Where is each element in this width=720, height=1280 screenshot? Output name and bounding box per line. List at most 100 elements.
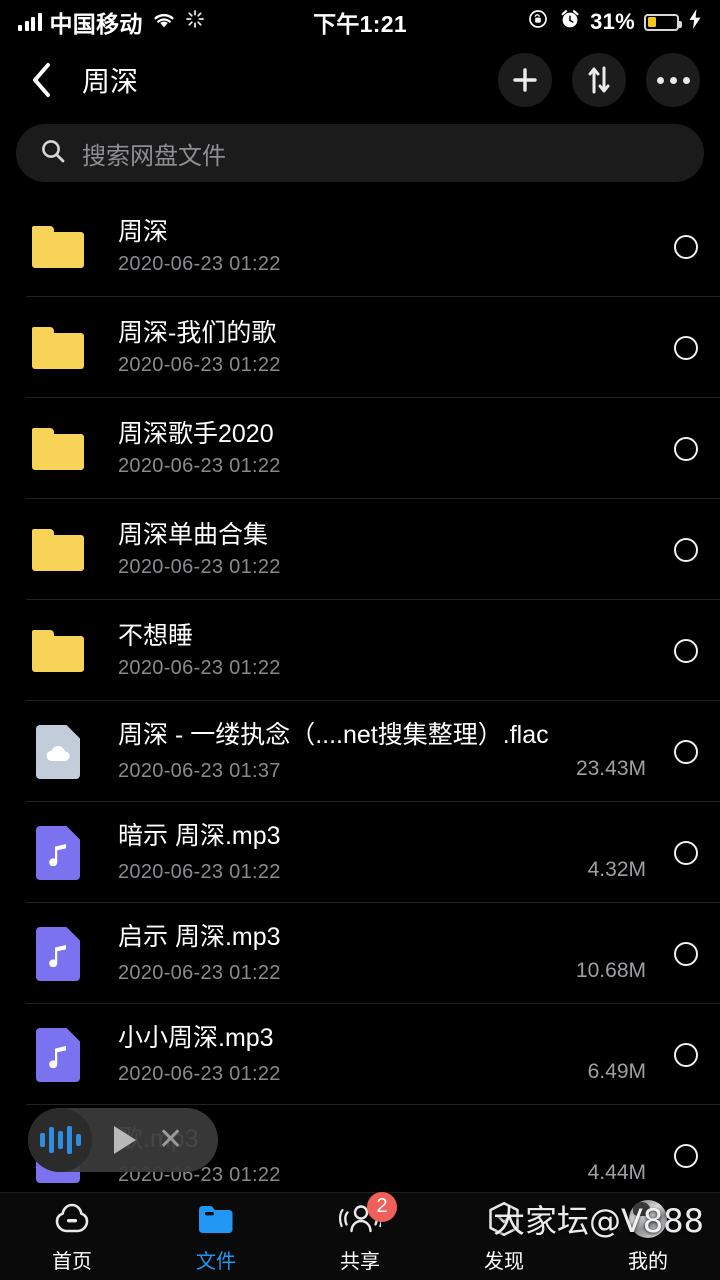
file-row[interactable]: 周深歌手2020 2020-06-23 01:22	[0, 398, 720, 499]
file-name: 暗示 周深.mp3	[118, 823, 281, 851]
file-name: 小小周深.mp3	[118, 1025, 274, 1053]
file-row[interactable]: 暗示 周深.mp3 2020-06-23 01:22 4.32M	[0, 802, 720, 903]
alarm-clock-icon	[559, 8, 581, 36]
bottom-tab-bar: 首页 文件 2 共享 发现 我的	[0, 1191, 720, 1280]
file-meta: 启示 周深.mp3 2020-06-23 01:22 10.68M	[118, 924, 654, 983]
search-placeholder: 搜索网盘文件	[82, 142, 226, 170]
file-row[interactable]: 小小周深.mp3 2020-06-23 01:22 6.49M	[0, 1004, 720, 1105]
folder-icon	[32, 427, 84, 470]
folder-icon	[32, 629, 84, 672]
select-circle-icon[interactable]	[674, 840, 698, 865]
signal-bars-icon	[18, 13, 42, 31]
compass-icon	[485, 1200, 523, 1238]
tab-label: 发现	[484, 1250, 524, 1273]
select-circle-icon[interactable]	[674, 537, 698, 562]
audio-waveform-icon[interactable]	[28, 1108, 92, 1172]
file-name: 不想睡	[118, 623, 194, 651]
file-name: 周深单曲合集	[118, 522, 269, 550]
file-name: 周深	[118, 219, 169, 247]
folder-icon	[32, 528, 84, 571]
cloud-file-icon	[36, 724, 80, 779]
file-date: 2020-06-23 01:37	[118, 759, 281, 782]
file-name: 启示 周深.mp3	[118, 924, 281, 952]
status-bar-clock: 下午1:21	[313, 11, 407, 37]
file-date: 2020-06-23 01:22	[118, 961, 281, 984]
select-circle-icon[interactable]	[674, 335, 698, 360]
sync-spinner-icon	[185, 9, 205, 35]
file-meta: 周深歌手2020 2020-06-23 01:22	[118, 421, 654, 476]
tab-发现[interactable]: 发现	[432, 1200, 576, 1274]
file-list: 周深 2020-06-23 01:22 周深-我们的歌 2020-06-23 01:2…	[0, 196, 720, 1206]
avatar-icon	[629, 1199, 667, 1238]
tab-首页[interactable]: 首页	[0, 1200, 144, 1274]
select-circle-icon[interactable]	[674, 436, 698, 461]
status-bar-right: 31%	[407, 8, 702, 36]
play-icon[interactable]	[114, 1126, 136, 1154]
file-meta: 周深-我们的歌 2020-06-23 01:22	[118, 320, 654, 375]
select-circle-icon[interactable]	[674, 638, 698, 663]
music-file-icon	[36, 926, 80, 981]
status-bar: 中国移动 下午1:21 31%	[0, 0, 720, 44]
file-size: 4.32M	[587, 857, 646, 881]
charging-bolt-icon	[688, 8, 702, 36]
file-size: 10.68M	[575, 958, 646, 982]
file-size: 6.49M	[587, 1059, 646, 1083]
tab-label: 文件	[196, 1250, 236, 1273]
file-date: 2020-06-23 01:22	[118, 252, 281, 275]
music-file-icon	[36, 1027, 80, 1082]
file-meta: 周深 - 一缕执念（....net搜集整理）.flac 2020-06-23 01…	[118, 722, 654, 781]
file-meta: 小小周深.mp3 2020-06-23 01:22 6.49M	[118, 1025, 654, 1084]
file-row[interactable]: 启示 周深.mp3 2020-06-23 01:22 10.68M	[0, 903, 720, 1004]
select-circle-icon[interactable]	[674, 739, 698, 764]
tab-badge: 2	[367, 1191, 397, 1222]
ellipsis-icon	[656, 76, 690, 84]
select-circle-icon[interactable]	[674, 941, 698, 966]
select-circle-icon[interactable]	[674, 234, 698, 259]
select-circle-icon[interactable]	[674, 1042, 698, 1067]
back-button[interactable]	[20, 58, 64, 102]
people-icon: 2	[339, 1191, 397, 1238]
sort-button[interactable]	[572, 53, 626, 107]
close-icon[interactable]: ✕	[158, 1125, 183, 1155]
file-name: 周深歌手2020	[118, 421, 274, 449]
file-meta: 不想睡 2020-06-23 01:22	[118, 623, 654, 678]
file-date: 2020-06-23 01:22	[118, 860, 281, 883]
search-icon	[40, 138, 66, 169]
home-cloud-icon	[52, 1200, 92, 1238]
tab-文件[interactable]: 文件	[144, 1200, 288, 1274]
file-size: 4.44M	[587, 1160, 646, 1184]
header-actions	[498, 53, 700, 107]
folder-icon	[32, 225, 84, 268]
file-row[interactable]: 周深 - 一缕执念（....net搜集整理）.flac 2020-06-23 01…	[0, 701, 720, 802]
avatar	[629, 1199, 667, 1238]
search-section: 搜索网盘文件	[0, 116, 720, 196]
file-date: 2020-06-23 01:22	[118, 555, 281, 578]
search-input[interactable]: 搜索网盘文件	[16, 124, 704, 182]
file-date: 2020-06-23 01:22	[118, 353, 281, 376]
tab-label: 首页	[52, 1250, 92, 1273]
tab-我的[interactable]: 我的	[576, 1199, 720, 1274]
carrier-label: 中国移动	[49, 11, 143, 37]
file-row[interactable]: 周深单曲合集 2020-06-23 01:22	[0, 499, 720, 600]
file-name: 周深-我们的歌	[118, 320, 277, 348]
file-meta: 周深 2020-06-23 01:22	[118, 219, 654, 274]
file-row[interactable]: 周深 2020-06-23 01:22	[0, 196, 720, 297]
more-button[interactable]	[646, 53, 700, 107]
tab-共享[interactable]: 2 共享	[288, 1191, 432, 1274]
add-button[interactable]	[498, 53, 552, 107]
page-title: 周深	[82, 66, 139, 97]
file-row[interactable]: 周深-我们的歌 2020-06-23 01:22	[0, 297, 720, 398]
file-row[interactable]: 不想睡 2020-06-23 01:22	[0, 600, 720, 701]
file-name: 周深 - 一缕执念（....net搜集整理）.flac	[118, 722, 549, 750]
file-meta: 周深单曲合集 2020-06-23 01:22	[118, 522, 654, 577]
rotation-lock-icon	[528, 8, 550, 36]
select-circle-icon[interactable]	[674, 1143, 698, 1168]
mini-player[interactable]: ✕	[28, 1108, 218, 1172]
file-size: 23.43M	[575, 756, 646, 780]
file-date: 2020-06-23 01:22	[118, 656, 281, 679]
tab-label: 共享	[340, 1250, 380, 1273]
file-meta: 暗示 周深.mp3 2020-06-23 01:22 4.32M	[118, 823, 654, 882]
status-bar-left: 中国移动	[18, 5, 313, 39]
tab-label: 我的	[628, 1250, 668, 1273]
battery-icon	[644, 13, 682, 31]
